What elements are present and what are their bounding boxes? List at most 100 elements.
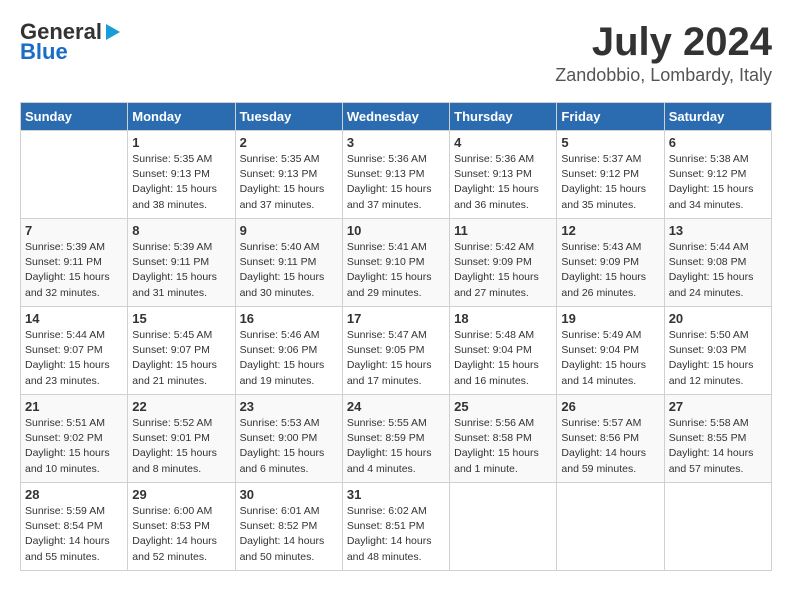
- day-info: Sunrise: 5:52 AMSunset: 9:01 PMDaylight:…: [132, 416, 230, 477]
- table-row: 17 Sunrise: 5:47 AMSunset: 9:05 PMDayligh…: [342, 307, 449, 395]
- calendar-week-row: 7 Sunrise: 5:39 AMSunset: 9:11 PMDaylight…: [21, 219, 772, 307]
- table-row: 13 Sunrise: 5:44 AMSunset: 9:08 PMDayligh…: [664, 219, 771, 307]
- day-number: 1: [132, 135, 230, 150]
- title-block: July 2024 Zandobbio, Lombardy, Italy: [555, 20, 772, 86]
- logo: General Blue: [20, 20, 120, 64]
- day-info: Sunrise: 5:47 AMSunset: 9:05 PMDaylight:…: [347, 328, 445, 389]
- day-number: 11: [454, 223, 552, 238]
- table-row: 7 Sunrise: 5:39 AMSunset: 9:11 PMDaylight…: [21, 219, 128, 307]
- calendar-week-row: 21 Sunrise: 5:51 AMSunset: 9:02 PMDayligh…: [21, 395, 772, 483]
- table-row: 4 Sunrise: 5:36 AMSunset: 9:13 PMDaylight…: [450, 131, 557, 219]
- day-number: 14: [25, 311, 123, 326]
- day-info: Sunrise: 5:53 AMSunset: 9:00 PMDaylight:…: [240, 416, 338, 477]
- day-number: 24: [347, 399, 445, 414]
- day-number: 13: [669, 223, 767, 238]
- day-number: 17: [347, 311, 445, 326]
- table-row: 8Sunrise: 5:39 AMSunset: 9:11 PMDaylight…: [128, 219, 235, 307]
- day-info: Sunrise: 5:45 AMSunset: 9:07 PMDaylight:…: [132, 328, 230, 389]
- day-number: 16: [240, 311, 338, 326]
- day-number: 25: [454, 399, 552, 414]
- day-number: 3: [347, 135, 445, 150]
- table-row: 16 Sunrise: 5:46 AMSunset: 9:06 PMDayligh…: [235, 307, 342, 395]
- day-info: Sunrise: 5:59 AMSunset: 8:54 PMDaylight:…: [25, 504, 123, 565]
- day-info: Sunrise: 5:36 AMSunset: 9:13 PMDaylight:…: [454, 152, 552, 213]
- table-row: 19 Sunrise: 5:49 AMSunset: 9:04 PMDayligh…: [557, 307, 664, 395]
- table-row: [450, 483, 557, 571]
- day-number: 20: [669, 311, 767, 326]
- table-row: 1 Sunrise: 5:35 AMSunset: 9:13 PMDaylight…: [128, 131, 235, 219]
- day-number: 10: [347, 223, 445, 238]
- day-info: Sunrise: 5:58 AMSunset: 8:55 PMDaylight:…: [669, 416, 767, 477]
- day-number: 4: [454, 135, 552, 150]
- day-number: 19: [561, 311, 659, 326]
- day-info: Sunrise: 5:42 AMSunset: 9:09 PMDaylight:…: [454, 240, 552, 301]
- day-number: 29: [132, 487, 230, 502]
- day-info: Sunrise: 5:50 AMSunset: 9:03 PMDaylight:…: [669, 328, 767, 389]
- day-info: Sunrise: 5:44 AMSunset: 9:08 PMDaylight:…: [669, 240, 767, 301]
- logo-arrow-icon: [106, 24, 120, 40]
- table-row: 20 Sunrise: 5:50 AMSunset: 9:03 PMDayligh…: [664, 307, 771, 395]
- day-info: Sunrise: 6:02 AMSunset: 8:51 PMDaylight:…: [347, 504, 445, 565]
- table-row: 11 Sunrise: 5:42 AMSunset: 9:09 PMDayligh…: [450, 219, 557, 307]
- table-row: 5 Sunrise: 5:37 AMSunset: 9:12 PMDaylight…: [557, 131, 664, 219]
- table-row: 23Sunrise: 5:53 AMSunset: 9:00 PMDayligh…: [235, 395, 342, 483]
- calendar-table: Sunday Monday Tuesday Wednesday Thursday…: [20, 102, 772, 571]
- day-info: Sunrise: 5:35 AMSunset: 9:13 PMDaylight:…: [240, 152, 338, 213]
- table-row: 9Sunrise: 5:40 AMSunset: 9:11 PMDaylight…: [235, 219, 342, 307]
- day-info: Sunrise: 5:37 AMSunset: 9:12 PMDaylight:…: [561, 152, 659, 213]
- day-info: Sunrise: 5:44 AMSunset: 9:07 PMDaylight:…: [25, 328, 123, 389]
- table-row: [664, 483, 771, 571]
- table-row: 6Sunrise: 5:38 AMSunset: 9:12 PMDaylight…: [664, 131, 771, 219]
- table-row: 25 Sunrise: 5:56 AMSunset: 8:58 PMDayligh…: [450, 395, 557, 483]
- table-row: 27 Sunrise: 5:58 AMSunset: 8:55 PMDayligh…: [664, 395, 771, 483]
- table-row: [557, 483, 664, 571]
- table-row: 2 Sunrise: 5:35 AMSunset: 9:13 PMDaylight…: [235, 131, 342, 219]
- table-row: 3 Sunrise: 5:36 AMSunset: 9:13 PMDaylight…: [342, 131, 449, 219]
- day-number: 26: [561, 399, 659, 414]
- day-number: 21: [25, 399, 123, 414]
- header-thursday: Thursday: [450, 103, 557, 131]
- day-info: Sunrise: 5:56 AMSunset: 8:58 PMDaylight:…: [454, 416, 552, 477]
- table-row: [21, 131, 128, 219]
- header-sunday: Sunday: [21, 103, 128, 131]
- day-info: Sunrise: 6:00 AMSunset: 8:53 PMDaylight:…: [132, 504, 230, 565]
- calendar-subtitle: Zandobbio, Lombardy, Italy: [555, 65, 772, 86]
- day-number: 8: [132, 223, 230, 238]
- day-number: 2: [240, 135, 338, 150]
- day-info: Sunrise: 5:43 AMSunset: 9:09 PMDaylight:…: [561, 240, 659, 301]
- calendar-week-row: 28Sunrise: 5:59 AMSunset: 8:54 PMDayligh…: [21, 483, 772, 571]
- logo-blue: Blue: [20, 40, 120, 64]
- day-info: Sunrise: 5:35 AMSunset: 9:13 PMDaylight:…: [132, 152, 230, 213]
- day-number: 18: [454, 311, 552, 326]
- day-info: Sunrise: 5:46 AMSunset: 9:06 PMDaylight:…: [240, 328, 338, 389]
- day-info: Sunrise: 5:41 AMSunset: 9:10 PMDaylight:…: [347, 240, 445, 301]
- day-number: 6: [669, 135, 767, 150]
- header-tuesday: Tuesday: [235, 103, 342, 131]
- day-number: 12: [561, 223, 659, 238]
- table-row: 14 Sunrise: 5:44 AMSunset: 9:07 PMDayligh…: [21, 307, 128, 395]
- day-info: Sunrise: 5:36 AMSunset: 9:13 PMDaylight:…: [347, 152, 445, 213]
- calendar-week-row: 14 Sunrise: 5:44 AMSunset: 9:07 PMDayligh…: [21, 307, 772, 395]
- calendar-week-row: 1 Sunrise: 5:35 AMSunset: 9:13 PMDaylight…: [21, 131, 772, 219]
- table-row: 30 Sunrise: 6:01 AMSunset: 8:52 PMDayligh…: [235, 483, 342, 571]
- table-row: 22Sunrise: 5:52 AMSunset: 9:01 PMDayligh…: [128, 395, 235, 483]
- day-info: Sunrise: 5:39 AMSunset: 9:11 PMDaylight:…: [25, 240, 123, 301]
- day-info: Sunrise: 5:51 AMSunset: 9:02 PMDaylight:…: [25, 416, 123, 477]
- table-row: 12 Sunrise: 5:43 AMSunset: 9:09 PMDayligh…: [557, 219, 664, 307]
- day-info: Sunrise: 5:55 AMSunset: 8:59 PMDaylight:…: [347, 416, 445, 477]
- day-info: Sunrise: 5:49 AMSunset: 9:04 PMDaylight:…: [561, 328, 659, 389]
- day-number: 30: [240, 487, 338, 502]
- table-row: 29 Sunrise: 6:00 AMSunset: 8:53 PMDayligh…: [128, 483, 235, 571]
- day-info: Sunrise: 5:57 AMSunset: 8:56 PMDaylight:…: [561, 416, 659, 477]
- day-number: 5: [561, 135, 659, 150]
- day-number: 9: [240, 223, 338, 238]
- day-number: 7: [25, 223, 123, 238]
- calendar-title: July 2024: [555, 20, 772, 65]
- weekday-header-row: Sunday Monday Tuesday Wednesday Thursday…: [21, 103, 772, 131]
- table-row: 18 Sunrise: 5:48 AMSunset: 9:04 PMDayligh…: [450, 307, 557, 395]
- day-info: Sunrise: 6:01 AMSunset: 8:52 PMDaylight:…: [240, 504, 338, 565]
- day-number: 27: [669, 399, 767, 414]
- day-info: Sunrise: 5:48 AMSunset: 9:04 PMDaylight:…: [454, 328, 552, 389]
- table-row: 24 Sunrise: 5:55 AMSunset: 8:59 PMDayligh…: [342, 395, 449, 483]
- header-monday: Monday: [128, 103, 235, 131]
